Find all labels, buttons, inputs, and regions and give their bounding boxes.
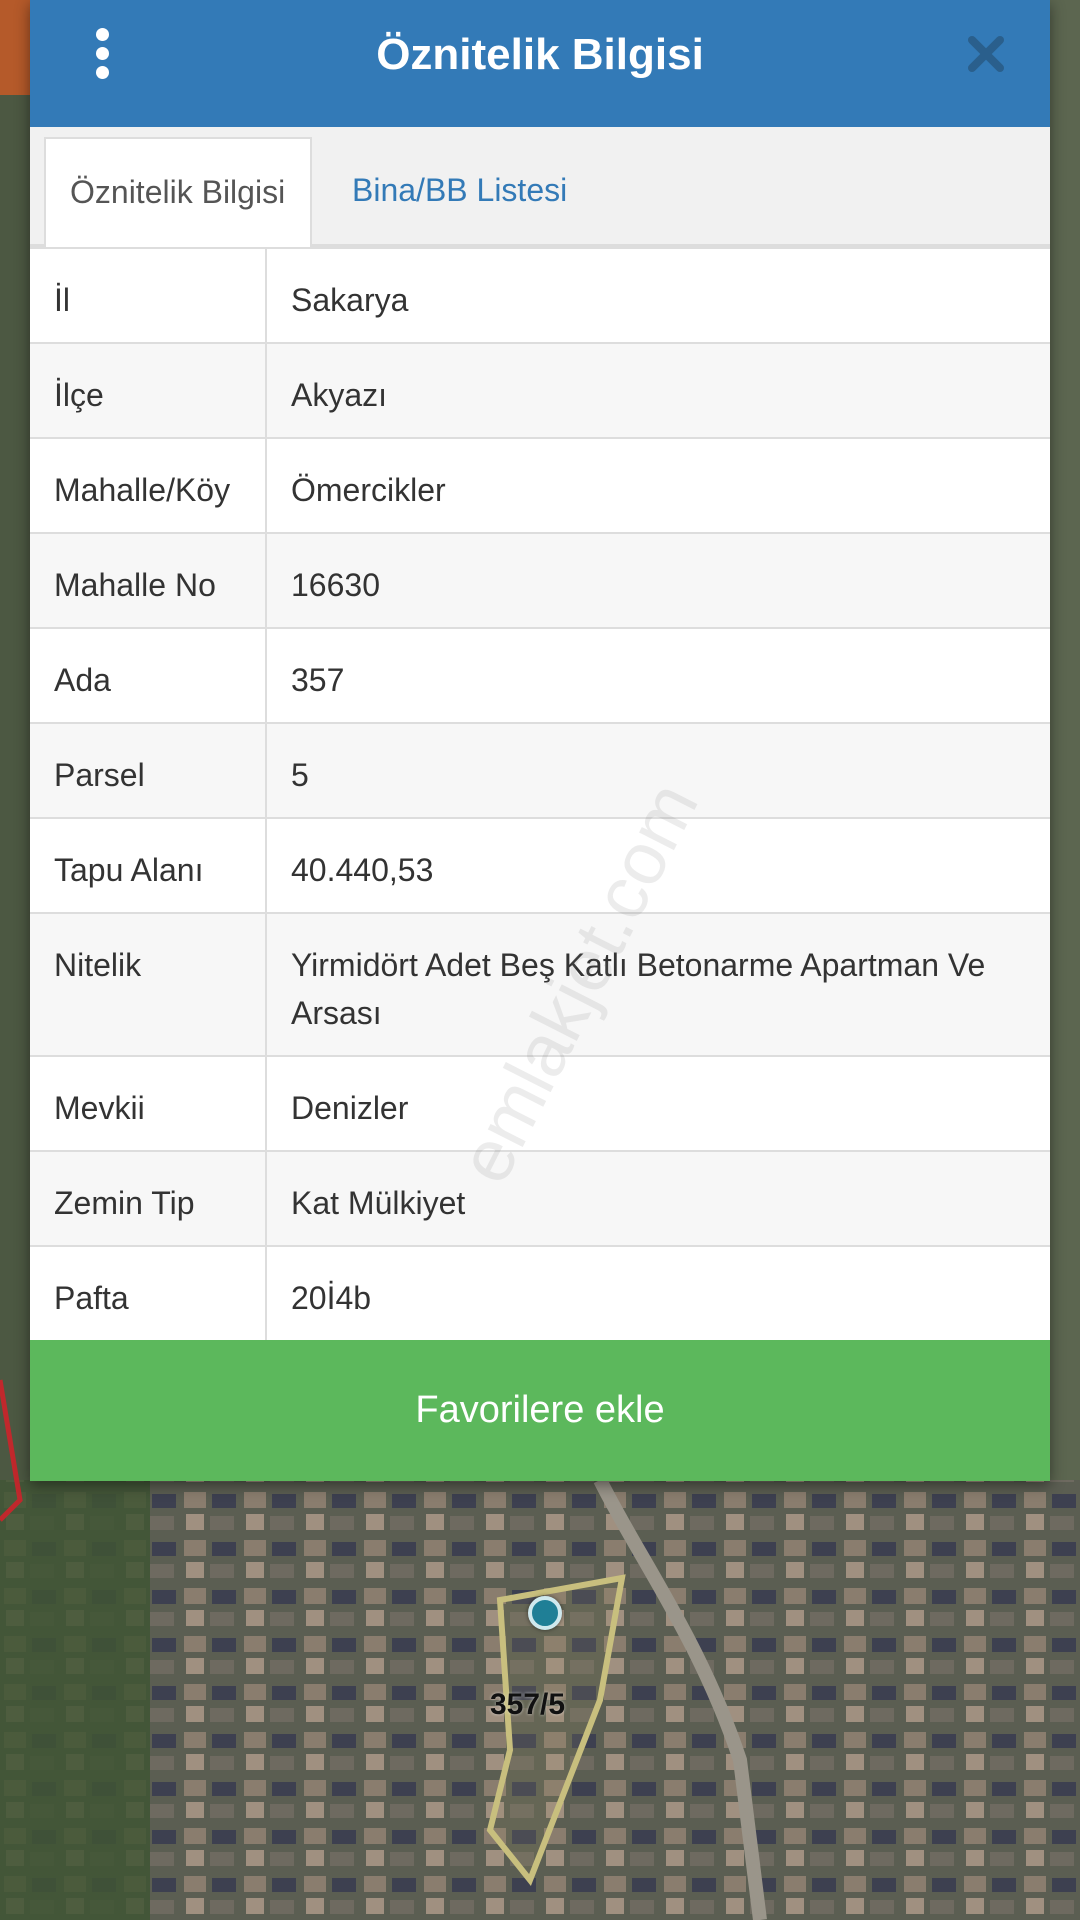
tab-attribute-info[interactable]: Öznitelik Bilgisi — [44, 137, 312, 247]
attribute-value: Yirmidört Adet Beş Katlı Betonarme Apart… — [266, 912, 1050, 1056]
attribute-value: Ömercikler — [266, 437, 1050, 533]
attribute-key: İl — [30, 247, 267, 343]
attribute-value: 357 — [266, 627, 1050, 723]
attribute-value: Denizler — [266, 1055, 1050, 1151]
attribute-row: Zemin Tip Kat Mülkiyet — [30, 1150, 1050, 1246]
attribute-row: Tapu Alanı 40.440,53 — [30, 817, 1050, 913]
attribute-key: Pafta — [30, 1245, 267, 1341]
attribute-table: İl Sakarya İlçe Akyazı Mahalle/Köy Ömercikler… — [30, 247, 1050, 1341]
attribute-value: Akyazı — [266, 342, 1050, 438]
attribute-value: 5 — [266, 722, 1050, 818]
attribute-row: İlçe Akyazı — [30, 342, 1050, 438]
attribute-key: Nitelik — [30, 912, 267, 1056]
close-icon[interactable] — [956, 24, 1016, 84]
add-favorite-button[interactable]: Favorilere ekle — [30, 1340, 1050, 1481]
attribute-value: 16630 — [266, 532, 1050, 628]
attribute-row: Pafta 20İ4b — [30, 1245, 1050, 1341]
attribute-value: Sakarya — [266, 247, 1050, 343]
dialog-title: Öznitelik Bilgisi — [376, 30, 704, 79]
attribute-key: Tapu Alanı — [30, 817, 267, 913]
attribute-value: 20İ4b — [266, 1245, 1050, 1341]
attribute-row: İl Sakarya — [30, 247, 1050, 343]
attribute-row: Mahalle No 16630 — [30, 532, 1050, 628]
attribute-value: Kat Mülkiyet — [266, 1150, 1050, 1246]
attribute-row: Mevkii Denizler — [30, 1055, 1050, 1151]
attribute-key: Mahalle No — [30, 532, 267, 628]
attribute-key: Mahalle/Köy — [30, 437, 267, 533]
attribute-key: İlçe — [30, 342, 267, 438]
attribute-key: Ada — [30, 627, 267, 723]
attribute-row: Mahalle/Köy Ömercikler — [30, 437, 1050, 533]
attribute-key: Mevkii — [30, 1055, 267, 1151]
parcel-label: 357/5 — [490, 1688, 566, 1721]
tab-bar: Öznitelik Bilgisi Bina/BB Listesi — [30, 127, 1050, 247]
location-pin-icon[interactable] — [528, 1596, 562, 1630]
attribute-row: Ada 357 — [30, 627, 1050, 723]
attribute-row: Nitelik Yirmidört Adet Beş Katlı Betonarm… — [30, 912, 1050, 1056]
attribute-key: Zemin Tip — [30, 1150, 267, 1246]
attribute-key: Parsel — [30, 722, 267, 818]
attribute-value: 40.440,53 — [266, 817, 1050, 913]
attribute-dialog: Öznitelik Bilgisi Öznitelik Bilgisi Bina… — [30, 0, 1050, 1481]
tab-building-list[interactable]: Bina/BB Listesi — [328, 137, 591, 247]
dialog-header: Öznitelik Bilgisi — [30, 0, 1050, 127]
attribute-row: Parsel 5 — [30, 722, 1050, 818]
